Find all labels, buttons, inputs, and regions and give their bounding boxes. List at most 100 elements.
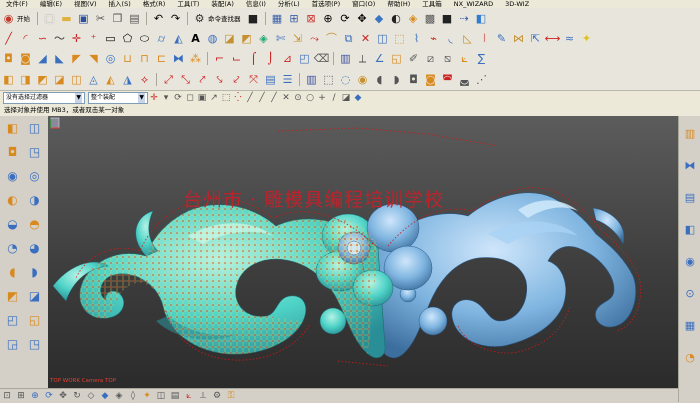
zoom-icon[interactable]: ⊕	[321, 11, 336, 26]
snap-icon[interactable]: ✛	[148, 93, 160, 103]
menu-item[interactable]: 帮助(H)	[381, 0, 416, 8]
law-curve-icon[interactable]: ⌁	[426, 31, 441, 46]
start-button-label[interactable]: 开始	[17, 13, 30, 23]
split-icon[interactable]: ◳	[26, 336, 43, 353]
command-finder-label[interactable]: 命令查找器	[208, 13, 241, 23]
point-on-curve-icon[interactable]: /	[328, 93, 340, 103]
arrow-icon[interactable]: ↗	[208, 93, 220, 103]
hole-icon[interactable]: ◎	[26, 168, 43, 185]
measure-distance-icon[interactable]: ⟂	[355, 51, 370, 66]
intersect-curve-icon[interactable]: ✕	[358, 31, 373, 46]
intersection-icon[interactable]: ✕	[280, 93, 292, 103]
feature-icon[interactable]: ◧	[4, 120, 21, 137]
redo-icon[interactable]: ↷	[168, 11, 183, 26]
datum-axis-icon[interactable]: ⧅	[440, 51, 455, 66]
postprocess-icon[interactable]: ⟡	[137, 72, 152, 87]
sweep-icon[interactable]: ◢	[35, 51, 50, 66]
shell-icon[interactable]: ◥	[86, 51, 101, 66]
chamfer-icon[interactable]: ◖	[4, 264, 21, 281]
more-icon[interactable]: ⋰	[474, 72, 489, 87]
selection-scope-dropdown[interactable]: 整个装配 ▼	[88, 92, 148, 104]
verify-path-icon[interactable]: ◭	[103, 72, 118, 87]
control-point-icon[interactable]: ╱	[268, 93, 280, 103]
hole-icon[interactable]: ◎	[103, 51, 118, 66]
gear-icon[interactable]: ⚙	[211, 390, 223, 402]
pan-view-icon[interactable]: ✥	[57, 390, 69, 402]
assembly-icon[interactable]: ⧓	[682, 158, 698, 174]
fit-view-icon[interactable]: ⊡	[1, 390, 13, 402]
object-display-icon[interactable]: ⬚	[321, 72, 336, 87]
transform-icon[interactable]: ⤢	[161, 72, 176, 87]
menu-item[interactable]: 分析(L)	[272, 0, 306, 8]
csys-icon[interactable]: ⟀	[457, 51, 472, 66]
open-icon[interactable]: ▬	[59, 11, 74, 26]
show-icon[interactable]: ◉	[355, 72, 370, 87]
clipping-icon[interactable]: ◖	[372, 72, 387, 87]
sew-icon[interactable]: ◱	[26, 312, 43, 329]
create-tool-icon[interactable]: ◨	[18, 72, 33, 87]
menu-item[interactable]: 窗口(O)	[346, 0, 381, 8]
cut-icon[interactable]: ✂	[93, 11, 108, 26]
center-point-icon[interactable]: ⊙	[292, 93, 304, 103]
edge-blend-icon[interactable]: ◕	[26, 240, 43, 257]
layer-icon[interactable]: ▩	[423, 11, 438, 26]
feature-select-icon[interactable]: ◻	[184, 93, 196, 103]
selection-filter-dropdown[interactable]: 没有选择过滤器 ▼	[3, 92, 85, 104]
measure-icon[interactable]: ■	[440, 11, 455, 26]
save-icon[interactable]: ▣	[76, 11, 91, 26]
instance-icon[interactable]: ◰	[4, 312, 21, 329]
delete-path-icon[interactable]: ⤧	[246, 72, 261, 87]
existing-point-icon[interactable]: +	[316, 93, 328, 103]
line-icon[interactable]: ╱	[1, 31, 16, 46]
edit-icon[interactable]: ▥	[304, 72, 319, 87]
paste-icon[interactable]: ▤	[127, 11, 142, 26]
replace-face-icon[interactable]: ◰	[297, 51, 312, 66]
surface-icon[interactable]: ◩	[239, 31, 254, 46]
edit-curve-icon[interactable]: ✎	[494, 31, 509, 46]
rotate-view-icon[interactable]: ⟳	[172, 93, 184, 103]
text-icon[interactable]: A	[188, 31, 203, 46]
copy-path-icon[interactable]: ⤤	[195, 72, 210, 87]
fit-icon[interactable]: ⊠	[304, 11, 319, 26]
view-orient-icon[interactable]: ⊞	[287, 11, 302, 26]
graphics-window[interactable]: 台州市 · 雕模具编程培训学校 TOP WORK Camera TOP	[48, 116, 678, 388]
expression-icon[interactable]: ∑	[474, 51, 489, 66]
create-geometry-icon[interactable]: ◩	[35, 72, 50, 87]
left-view-icon[interactable]: ◛	[457, 72, 472, 87]
section-view-icon[interactable]: ◫	[155, 390, 167, 402]
curve-icon[interactable]: 〜	[52, 31, 67, 46]
menu-item[interactable]: 装配(A)	[205, 0, 240, 8]
generate-path-icon[interactable]: ◬	[86, 72, 101, 87]
menu-item[interactable]: 信息(I)	[240, 0, 272, 8]
join-icon[interactable]: ⋈	[511, 31, 526, 46]
menu-item[interactable]: 视图(V)	[68, 0, 103, 8]
helix-icon[interactable]: ⌇	[409, 31, 424, 46]
measure-angle-icon[interactable]: ∠	[372, 51, 387, 66]
revolve-icon[interactable]: ◙	[18, 51, 33, 66]
roles-icon[interactable]: ⊙	[682, 286, 698, 302]
perspective-icon[interactable]: ◇	[85, 390, 97, 402]
offset-icon[interactable]: ⤳	[307, 31, 322, 46]
shell-icon[interactable]: ◗	[26, 264, 43, 281]
point-on-face-icon[interactable]: ◪	[340, 93, 352, 103]
undo-icon[interactable]: ↶	[151, 11, 166, 26]
pattern-icon[interactable]: ⁂	[188, 51, 203, 66]
front-view-icon[interactable]: ◙	[423, 72, 438, 87]
point-icon[interactable]: ✛	[69, 31, 84, 46]
extrude-icon[interactable]: ◘	[1, 51, 16, 66]
cylinder-icon[interactable]: ◘	[4, 144, 21, 161]
curve-length-icon[interactable]: ⟷	[545, 31, 561, 46]
highlight-icon[interactable]: ✦	[579, 31, 594, 46]
window-icon[interactable]: ▦	[270, 11, 285, 26]
pan-icon[interactable]: ✥	[355, 11, 370, 26]
mid-point-icon[interactable]: ╱	[256, 93, 268, 103]
select-filter-icon[interactable]: ▾	[160, 93, 172, 103]
systems-icon[interactable]: ◔	[682, 350, 698, 366]
create-operation-icon[interactable]: ◫	[69, 72, 84, 87]
scale-curve-icon[interactable]: ⇱	[528, 31, 543, 46]
trim-body-icon[interactable]: ◲	[4, 336, 21, 353]
cylinder-icon[interactable]: ⌭	[154, 31, 169, 46]
extend-icon[interactable]: ⇲	[290, 31, 305, 46]
boss-icon[interactable]: ◐	[4, 192, 21, 209]
menu-item[interactable]: 首选项(P)	[306, 0, 347, 8]
